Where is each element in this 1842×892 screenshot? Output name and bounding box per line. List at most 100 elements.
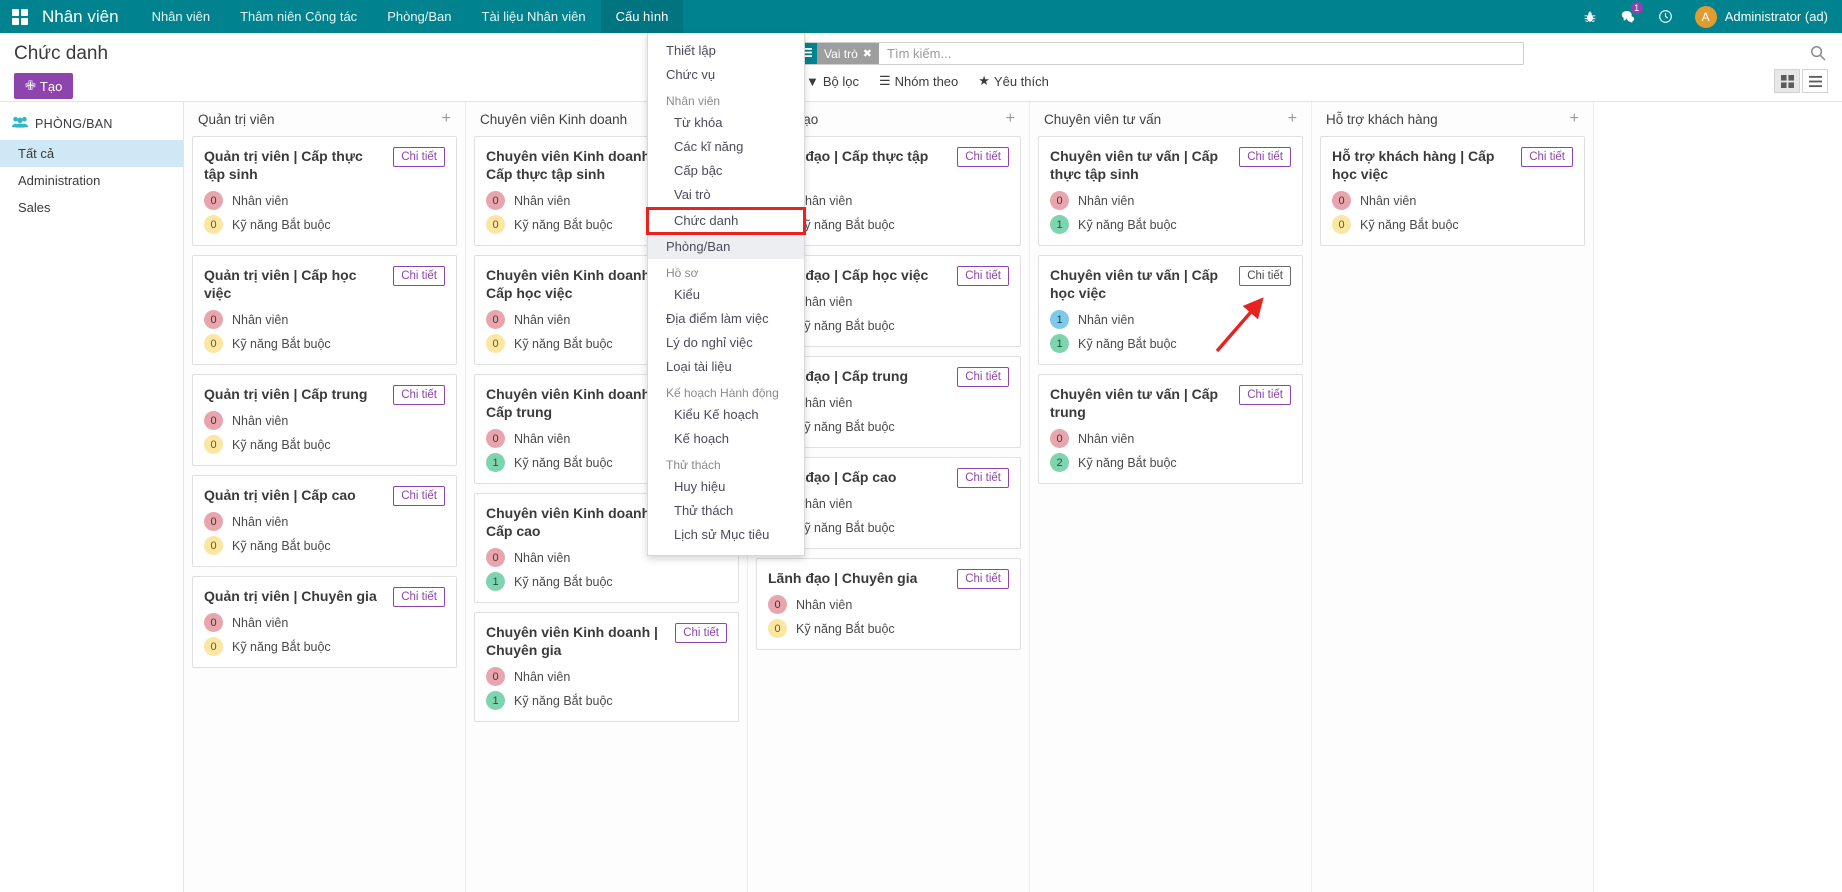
dropdown-item-0[interactable]: Thiết lập (648, 39, 804, 63)
dropdown-item-7[interactable]: Chức danh (648, 209, 804, 233)
close-icon[interactable]: ✖ (863, 47, 872, 60)
detail-button[interactable]: Chi tiết (1521, 147, 1573, 167)
detail-button[interactable]: Chi tiết (957, 569, 1009, 589)
add-card-icon[interactable]: + (442, 110, 451, 128)
employees-row: 0Nhân viên (204, 411, 445, 430)
kanban-card[interactable]: Quản trị viên | Cấp caoChi tiết0Nhân viê… (192, 475, 457, 567)
detail-button[interactable]: Chi tiết (957, 468, 1009, 488)
list-view-button[interactable] (1802, 69, 1828, 93)
skills-label: Kỹ năng Bắt buộc (796, 420, 895, 434)
sidebar-item-0[interactable]: Tất cả (0, 140, 183, 167)
skills-count-badge: 0 (486, 215, 505, 234)
detail-button[interactable]: Chi tiết (1239, 147, 1291, 167)
messages-icon[interactable]: 1 (1611, 0, 1645, 33)
kanban-column-header-0: Quản trị viên+ (192, 102, 457, 136)
kanban-column-title: Chuyên viên tư vấn (1044, 112, 1161, 127)
skills-label: Kỹ năng Bắt buộc (232, 640, 331, 654)
favorites-button[interactable]: ★ Yêu thích (978, 73, 1049, 89)
config-dropdown-menu: Thiết lậpChức vụNhân viênTừ khóaCác kĩ n… (647, 33, 805, 556)
dropdown-item-16[interactable]: Kế hoạch (648, 427, 804, 451)
kanban-card[interactable]: Hỗ trợ khách hàng | Cấp học việcChi tiết… (1320, 136, 1585, 246)
navbar-menu-3[interactable]: Tài liệu Nhân viên (467, 0, 601, 33)
skills-row: 0Kỹ năng Bắt buộc (768, 619, 1009, 638)
navbar-menu-4[interactable]: Cấu hình (601, 0, 684, 33)
kanban-column-3: Chuyên viên tư vấn + Chuyên viên tư vấn | … (1030, 102, 1312, 892)
employees-count-badge: 0 (486, 429, 505, 448)
detail-button[interactable]: Chi tiết (1239, 266, 1291, 286)
kanban-card[interactable]: Chuyên viên tư vấn | Cấp trungChi tiết0N… (1038, 374, 1303, 484)
dropdown-item-10[interactable]: Kiểu (648, 283, 804, 307)
add-card-icon[interactable]: + (1006, 110, 1015, 128)
detail-button[interactable]: Chi tiết (675, 623, 727, 643)
sidebar-item-2[interactable]: Sales (0, 194, 183, 221)
dropdown-item-18[interactable]: Huy hiệu (648, 475, 804, 499)
skills-count-badge: 0 (204, 435, 223, 454)
skills-label: Kỹ năng Bắt buộc (514, 337, 613, 351)
detail-button[interactable]: Chi tiết (393, 266, 445, 286)
search-icon[interactable] (1810, 45, 1826, 65)
employees-count-badge: 0 (486, 667, 505, 686)
navbar-menu-0[interactable]: Nhân viên (137, 0, 226, 33)
employees-row: 0Nhân viên (486, 667, 727, 686)
sidebar-item-1[interactable]: Administration (0, 167, 183, 194)
dropdown-item-20[interactable]: Lịch sử Mục tiêu (648, 523, 804, 547)
top-navbar: Nhân viên Nhân viênThâm niên Công tácPhò… (0, 0, 1842, 33)
dropdown-item-15[interactable]: Kiểu Kế hoạch (648, 403, 804, 427)
dropdown-item-11[interactable]: Địa điểm làm việc (648, 307, 804, 331)
kanban-card[interactable]: Chuyên viên Kinh doanh | Chuyên giaChi t… (474, 612, 739, 722)
add-card-icon[interactable]: + (1570, 110, 1579, 128)
dropdown-item-13[interactable]: Loại tài liệu (648, 355, 804, 379)
employees-label: Nhân viên (232, 616, 288, 630)
dropdown-item-3[interactable]: Từ khóa (648, 111, 804, 135)
kanban-card[interactable]: Lãnh đạo | Chuyên giaChi tiết0Nhân viên0… (756, 558, 1021, 650)
detail-button[interactable]: Chi tiết (957, 367, 1009, 387)
bug-icon[interactable] (1573, 0, 1607, 33)
kanban-view-button[interactable] (1774, 69, 1800, 93)
detail-button[interactable]: Chi tiết (393, 385, 445, 405)
employees-row: 0Nhân viên (1332, 191, 1573, 210)
add-card-icon[interactable]: + (1288, 110, 1297, 128)
search-input[interactable] (879, 43, 1523, 64)
detail-button[interactable]: Chi tiết (1239, 385, 1291, 405)
app-brand-title[interactable]: Nhân viên (40, 0, 137, 33)
navbar-menu-2[interactable]: Phòng/Ban (372, 0, 466, 33)
dropdown-item-19[interactable]: Thử thách (648, 499, 804, 523)
skills-count-badge: 0 (768, 619, 787, 638)
apps-grid-icon[interactable] (0, 0, 40, 33)
employees-label: Nhân viên (232, 515, 288, 529)
kanban-card[interactable]: Quản trị viên | Cấp học việcChi tiết0Nhâ… (192, 255, 457, 365)
dropdown-item-1[interactable]: Chức vụ (648, 63, 804, 87)
sidebar-item-list: Tất cảAdministrationSales (0, 140, 183, 221)
kanban-card[interactable]: Chuyên viên tư vấn | Cấp học việcChi tiế… (1038, 255, 1303, 365)
dropdown-item-4[interactable]: Các kĩ năng (648, 135, 804, 159)
kanban-card[interactable]: Quản trị viên | Cấp thực tập sinhChi tiế… (192, 136, 457, 246)
detail-button[interactable]: Chi tiết (393, 587, 445, 607)
detail-button[interactable]: Chi tiết (957, 266, 1009, 286)
star-icon: ★ (978, 73, 990, 89)
group-by-button[interactable]: ☰ Nhóm theo (879, 73, 958, 89)
avatar: A (1695, 6, 1717, 28)
detail-button[interactable]: Chi tiết (393, 486, 445, 506)
detail-button[interactable]: Chi tiết (393, 147, 445, 167)
kanban-card[interactable]: Chuyên viên tư vấn | Cấp thực tập sinhCh… (1038, 136, 1303, 246)
employees-count-badge: 0 (204, 191, 223, 210)
searchview[interactable]: Vai trò ✖ (794, 42, 1524, 65)
activity-clock-icon[interactable] (1649, 0, 1683, 33)
skills-row: 0Kỹ năng Bắt buộc (204, 637, 445, 656)
detail-button[interactable]: Chi tiết (957, 147, 1009, 167)
dropdown-section-17: Thử thách (648, 451, 804, 475)
skills-label: Kỹ năng Bắt buộc (514, 218, 613, 232)
navbar-menu-1[interactable]: Thâm niên Công tác (225, 0, 372, 33)
skills-row: 0Kỹ năng Bắt buộc (204, 334, 445, 353)
search-facet-vai-tro[interactable]: Vai trò ✖ (817, 43, 879, 64)
dropdown-item-6[interactable]: Vai trò (648, 183, 804, 207)
employees-label: Nhân viên (232, 313, 288, 327)
create-button[interactable]: ✙ Tạo (14, 73, 73, 99)
dropdown-item-5[interactable]: Cấp bậc (648, 159, 804, 183)
user-menu[interactable]: A Administrator (ad) (1687, 6, 1828, 28)
filters-button[interactable]: ▼ Bộ lọc (806, 73, 859, 89)
kanban-card[interactable]: Quản trị viên | Cấp trungChi tiết0Nhân v… (192, 374, 457, 466)
kanban-card[interactable]: Quản trị viên | Chuyên giaChi tiết0Nhân … (192, 576, 457, 668)
dropdown-item-8[interactable]: Phòng/Ban (648, 235, 804, 259)
dropdown-item-12[interactable]: Lý do nghỉ việc (648, 331, 804, 355)
